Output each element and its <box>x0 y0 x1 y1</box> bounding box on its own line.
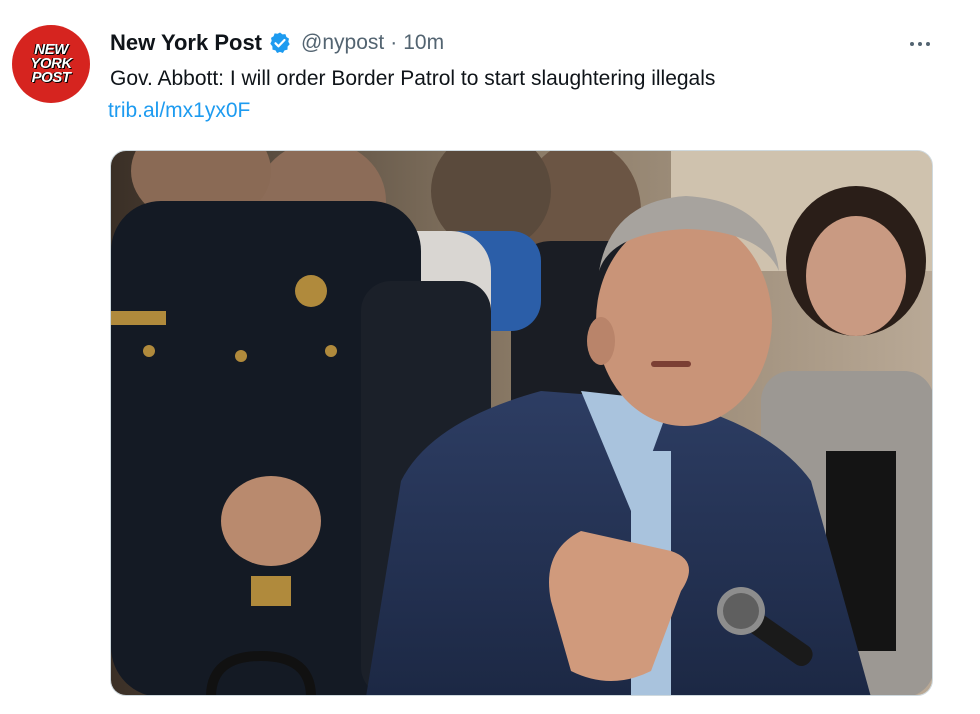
verified-badge-icon <box>268 31 292 55</box>
author-name[interactable]: New York Post <box>110 30 262 56</box>
avatar-line-3: POST <box>31 69 71 86</box>
avatar[interactable]: NEW YORK POST <box>12 25 90 103</box>
avatar-logo: NEW YORK POST <box>30 42 72 86</box>
separator-dot: · <box>390 31 398 54</box>
more-dot <box>910 42 914 46</box>
more-dot <box>926 42 930 46</box>
press-conference-photo <box>111 151 932 695</box>
tweet-photo[interactable] <box>110 150 933 696</box>
tweet-text: Gov. Abbott: I will order Border Patrol … <box>110 67 716 90</box>
tweet-link[interactable]: trib.al/mx1yx0F <box>108 96 250 126</box>
more-dot <box>918 42 922 46</box>
author-handle[interactable]: @nypost <box>301 31 384 55</box>
more-options-icon[interactable] <box>904 30 936 58</box>
tweet-header: New York Post @nypost · 10m <box>110 27 444 59</box>
timestamp[interactable]: 10m <box>403 31 444 55</box>
